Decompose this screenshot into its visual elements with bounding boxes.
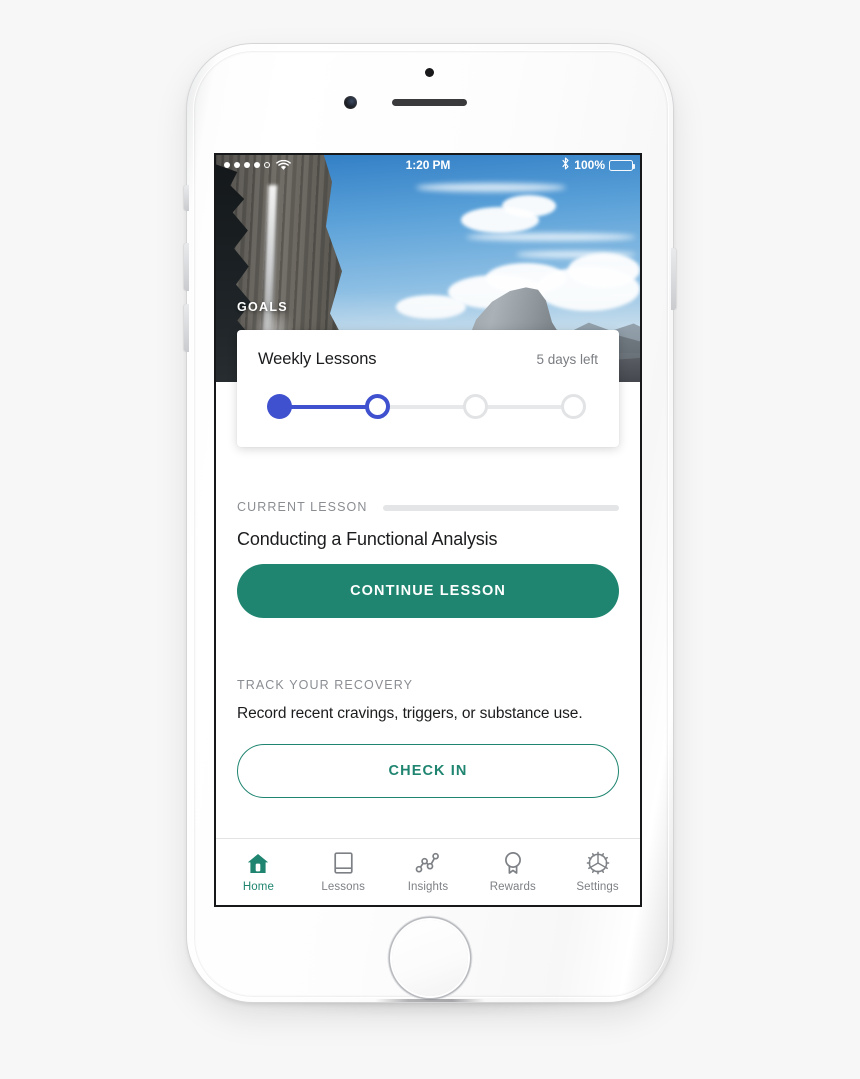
status-right-group: 100% bbox=[561, 157, 635, 173]
tab-lessons[interactable]: Lessons bbox=[301, 839, 386, 905]
status-bar: 1:20 PM 100% bbox=[216, 155, 640, 175]
tab-settings[interactable]: Settings bbox=[555, 839, 640, 905]
line-chart-icon bbox=[415, 851, 440, 875]
tab-home[interactable]: Home bbox=[216, 839, 301, 905]
proximity-sensor bbox=[425, 68, 434, 77]
goal-card-title: Weekly Lessons bbox=[258, 350, 377, 368]
weekly-progress-stepper[interactable] bbox=[267, 394, 589, 420]
battery-icon bbox=[609, 159, 635, 171]
home-button[interactable] bbox=[392, 920, 468, 996]
tab-home-label: Home bbox=[242, 881, 274, 893]
continue-lesson-button[interactable]: CONTINUE LESSON bbox=[237, 564, 619, 618]
current-lesson-header-row: CURRENT LESSON bbox=[237, 500, 619, 514]
tab-insights-label: Insights bbox=[407, 881, 449, 893]
track-recovery-kicker: TRACK YOUR RECOVERY bbox=[237, 678, 414, 692]
phone-screen: 1:20 PM 100% GOALS Weekly Lessons 5 days… bbox=[216, 155, 640, 905]
goal-card-header: Weekly Lessons 5 days left bbox=[258, 350, 598, 369]
goal-days-left: 5 days left bbox=[536, 352, 598, 367]
gear-icon bbox=[586, 851, 610, 875]
tab-insights[interactable]: Insights bbox=[386, 839, 471, 905]
current-lesson-section: CURRENT LESSON Conducting a Functional A… bbox=[237, 500, 619, 550]
tab-lessons-label: Lessons bbox=[321, 881, 365, 893]
battery-percent-label: 100% bbox=[574, 158, 605, 172]
bottom-tab-bar: Home Lessons Insights Rewards Settings bbox=[216, 838, 640, 905]
track-recovery-description: Record recent cravings, triggers, or sub… bbox=[237, 705, 583, 722]
current-lesson-title: Conducting a Functional Analysis bbox=[237, 529, 498, 549]
book-icon bbox=[332, 851, 355, 875]
lesson-progress-bar bbox=[383, 504, 619, 511]
track-recovery-section: TRACK YOUR RECOVERY Record recent cravin… bbox=[237, 678, 619, 723]
stepper-node-3-upcoming[interactable] bbox=[463, 394, 488, 419]
stepper-node-2-current[interactable] bbox=[365, 394, 390, 419]
tab-settings-label: Settings bbox=[576, 881, 619, 893]
tab-rewards[interactable]: Rewards bbox=[470, 839, 555, 905]
weekly-lessons-goal-card[interactable]: Weekly Lessons 5 days left bbox=[237, 330, 619, 447]
award-medal-icon bbox=[502, 851, 524, 875]
tab-rewards-label: Rewards bbox=[489, 881, 536, 893]
stepper-node-4-upcoming[interactable] bbox=[561, 394, 586, 419]
power-button[interactable] bbox=[671, 248, 676, 310]
front-camera-icon bbox=[344, 96, 357, 109]
check-in-button[interactable]: CHECK IN bbox=[237, 744, 619, 798]
home-icon bbox=[246, 851, 270, 875]
mute-switch[interactable] bbox=[184, 185, 189, 211]
device-bottom-seam bbox=[375, 999, 485, 1002]
goals-section-label: GOALS bbox=[237, 300, 288, 314]
earpiece-speaker bbox=[392, 99, 467, 106]
volume-up-button[interactable] bbox=[184, 243, 189, 291]
current-lesson-kicker: CURRENT LESSON bbox=[237, 500, 368, 514]
volume-down-button[interactable] bbox=[184, 304, 189, 352]
bluetooth-icon bbox=[561, 157, 570, 173]
stepper-node-1-completed[interactable] bbox=[267, 394, 292, 419]
